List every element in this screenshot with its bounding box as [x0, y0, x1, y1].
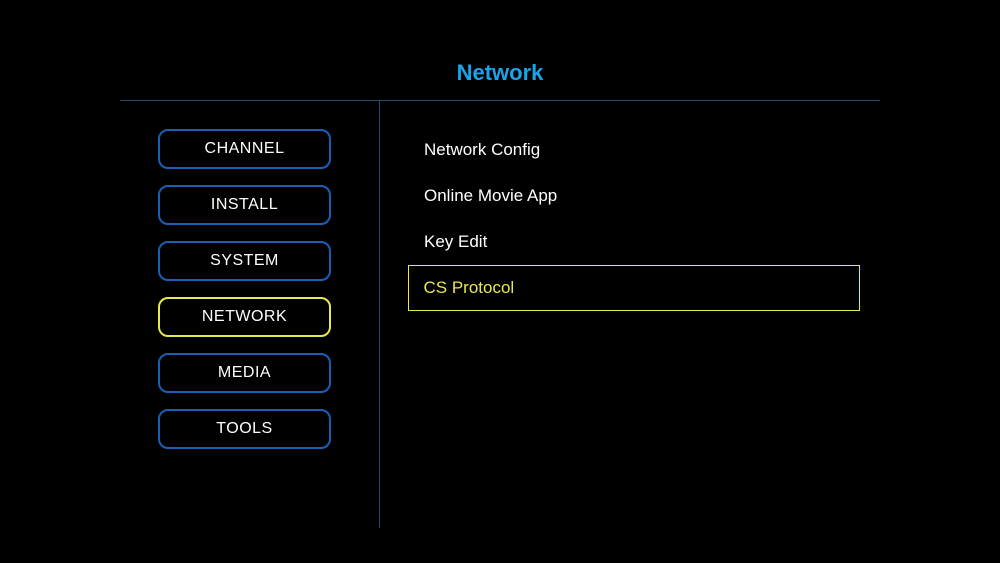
- page-title: Network: [120, 60, 880, 100]
- sidebar-item-tools[interactable]: TOOLS: [158, 409, 331, 449]
- menu-item-label: CS Protocol: [424, 278, 515, 298]
- menu-item-network-config[interactable]: Network Config: [408, 127, 860, 173]
- menu-item-label: Online Movie App: [424, 186, 557, 206]
- sidebar-item-media[interactable]: MEDIA: [158, 353, 331, 393]
- menu-item-label: Key Edit: [424, 232, 487, 252]
- settings-panel: Network CHANNEL INSTALL SYSTEM NETWORK M…: [120, 60, 880, 523]
- sidebar-item-system[interactable]: SYSTEM: [158, 241, 331, 281]
- sidebar-item-label: CHANNEL: [205, 140, 285, 158]
- menu-item-online-movie-app[interactable]: Online Movie App: [408, 173, 860, 219]
- sidebar-item-channel[interactable]: CHANNEL: [158, 129, 331, 169]
- menu-item-cs-protocol[interactable]: CS Protocol: [408, 265, 860, 311]
- content-area: CHANNEL INSTALL SYSTEM NETWORK MEDIA TOO…: [120, 101, 880, 528]
- sidebar-item-label: TOOLS: [216, 420, 272, 438]
- sidebar-item-network[interactable]: NETWORK: [158, 297, 331, 337]
- sidebar-item-label: MEDIA: [218, 364, 271, 382]
- sidebar: CHANNEL INSTALL SYSTEM NETWORK MEDIA TOO…: [120, 101, 380, 528]
- main-menu: Network Config Online Movie App Key Edit…: [380, 101, 880, 528]
- menu-item-label: Network Config: [424, 140, 540, 160]
- sidebar-item-label: SYSTEM: [210, 252, 279, 270]
- menu-item-key-edit[interactable]: Key Edit: [408, 219, 860, 265]
- sidebar-item-install[interactable]: INSTALL: [158, 185, 331, 225]
- sidebar-item-label: NETWORK: [202, 308, 287, 326]
- sidebar-item-label: INSTALL: [211, 196, 278, 214]
